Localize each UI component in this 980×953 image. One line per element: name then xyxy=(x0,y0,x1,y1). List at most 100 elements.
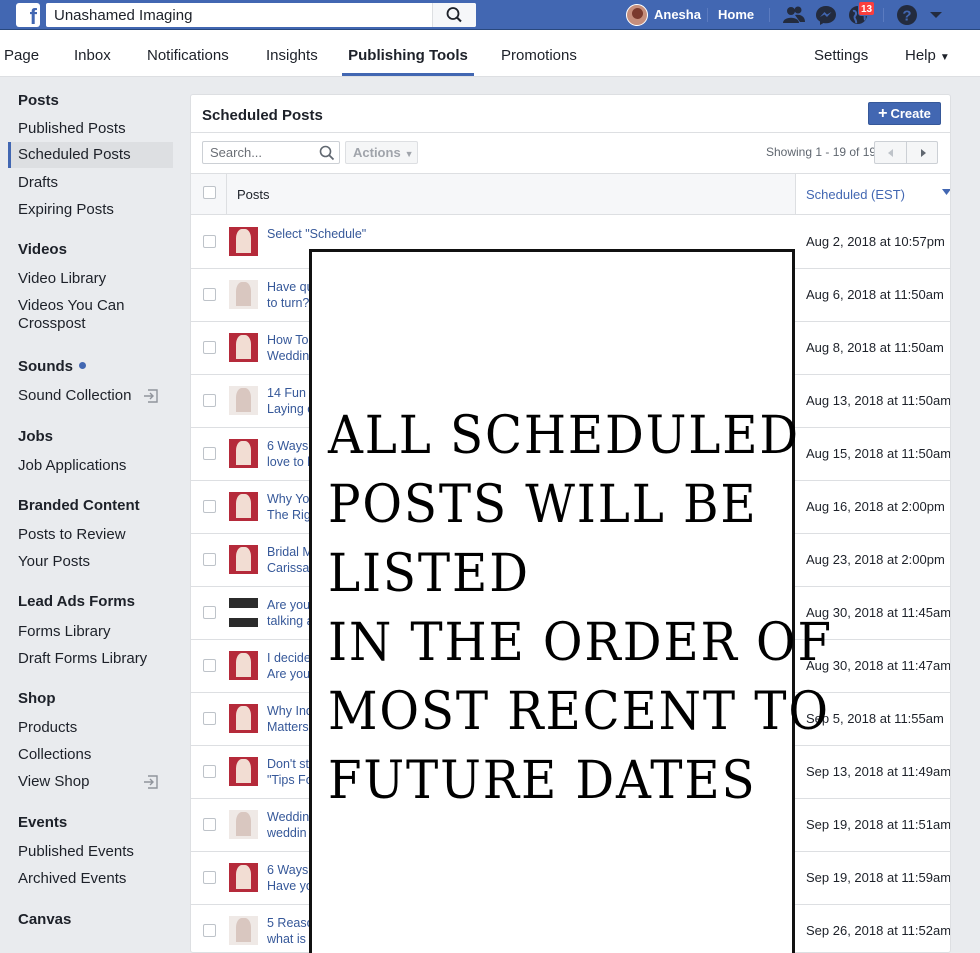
post-thumbnail[interactable] xyxy=(229,439,258,468)
scheduled-date: Aug 2, 2018 at 10:57pm xyxy=(806,234,945,249)
panel-divider xyxy=(191,132,950,133)
tab-help[interactable]: Help ▼ xyxy=(905,30,950,77)
create-button[interactable]: + Create xyxy=(868,102,941,125)
posts-search-placeholder: Search... xyxy=(210,145,263,160)
row-checkbox[interactable] xyxy=(203,235,216,248)
tab-promotions[interactable]: Promotions xyxy=(501,30,577,77)
post-thumbnail[interactable] xyxy=(229,598,258,627)
row-checkbox[interactable] xyxy=(203,871,216,884)
sidebar-heading-posts: Posts xyxy=(18,92,59,109)
sidebar: Posts Published Posts Scheduled Posts Dr… xyxy=(0,78,182,953)
sidebar-heading-lead-ads-forms: Lead Ads Forms xyxy=(18,593,135,610)
post-thumbnail[interactable] xyxy=(229,704,258,733)
global-search-input[interactable]: Unashamed Imaging xyxy=(46,3,476,27)
sidebar-heading-branded-content: Branded Content xyxy=(18,497,140,514)
row-checkbox[interactable] xyxy=(203,712,216,725)
sidebar-item-videos-crosspost[interactable]: Videos You Can Crosspost xyxy=(18,297,138,333)
tab-notifications[interactable]: Notifications xyxy=(147,30,229,77)
chevron-down-icon: ▼ xyxy=(404,149,414,159)
row-checkbox[interactable] xyxy=(203,447,216,460)
row-checkbox[interactable] xyxy=(203,924,216,937)
table-header-scheduled[interactable]: Scheduled (EST) xyxy=(795,173,950,215)
sidebar-item-job-applications[interactable]: Job Applications xyxy=(18,457,173,475)
sidebar-item-scheduled-posts[interactable]: Scheduled Posts xyxy=(8,142,173,168)
annotation-text: ALL SCHEDULED POSTS WILL BE LISTED IN TH… xyxy=(328,402,831,816)
post-thumbnail[interactable] xyxy=(229,227,258,256)
next-page-icon[interactable] xyxy=(918,148,928,158)
post-thumbnail[interactable] xyxy=(229,280,258,309)
row-checkbox[interactable] xyxy=(203,606,216,619)
post-thumbnail[interactable] xyxy=(229,386,258,415)
sort-descending-icon xyxy=(942,189,950,195)
actions-dropdown[interactable]: Actions ▼ xyxy=(345,141,418,164)
sidebar-heading-jobs: Jobs xyxy=(18,428,54,445)
tab-help-label: Help xyxy=(905,47,936,64)
sidebar-heading-events: Events xyxy=(18,814,68,831)
post-thumbnail[interactable] xyxy=(229,757,258,786)
posts-search-input[interactable]: Search... xyxy=(202,141,340,164)
user-avatar[interactable] xyxy=(626,4,648,26)
annotation-line: LISTED xyxy=(328,544,530,604)
row-checkbox[interactable] xyxy=(203,394,216,407)
post-thumbnail[interactable] xyxy=(229,651,258,680)
row-checkbox[interactable] xyxy=(203,553,216,566)
sidebar-item-forms-library[interactable]: Forms Library xyxy=(18,623,173,641)
messenger-icon[interactable] xyxy=(815,5,837,25)
global-search-button[interactable] xyxy=(432,3,476,27)
help-question-icon[interactable]: ? xyxy=(896,4,918,26)
facebook-logo-icon[interactable]: f xyxy=(16,3,40,27)
tab-page[interactable]: Page xyxy=(4,30,39,77)
sidebar-item-posts-to-review[interactable]: Posts to Review xyxy=(18,526,173,544)
scheduled-date: Aug 6, 2018 at 11:50am xyxy=(806,287,944,302)
row-checkbox[interactable] xyxy=(203,765,216,778)
friend-requests-icon[interactable] xyxy=(782,5,806,25)
sidebar-item-archived-events[interactable]: Archived Events xyxy=(18,870,173,888)
table-header-posts[interactable]: Posts xyxy=(226,173,795,215)
scheduled-date: Aug 23, 2018 at 2:00pm xyxy=(806,552,945,567)
topbar-divider xyxy=(883,8,884,22)
sidebar-item-your-posts[interactable]: Your Posts xyxy=(18,553,173,571)
select-all-checkbox[interactable] xyxy=(203,186,216,199)
tab-insights[interactable]: Insights xyxy=(266,30,318,77)
post-thumbnail[interactable] xyxy=(229,863,258,892)
post-text[interactable]: Select "Schedule" xyxy=(267,227,467,242)
previous-page-icon[interactable] xyxy=(886,148,896,158)
page-nav: Page Inbox Notifications Insights Publis… xyxy=(0,30,980,77)
sidebar-item-video-library[interactable]: Video Library xyxy=(18,270,173,288)
global-search-value: Unashamed Imaging xyxy=(54,7,193,24)
user-name-link[interactable]: Anesha xyxy=(654,0,701,30)
post-thumbnail[interactable] xyxy=(229,545,258,574)
scheduled-date: Sep 19, 2018 at 11:51am xyxy=(806,817,951,832)
table-header-select xyxy=(191,173,226,215)
tab-settings[interactable]: Settings xyxy=(814,30,868,77)
sidebar-item-expiring-posts[interactable]: Expiring Posts xyxy=(18,201,173,219)
sidebar-heading-videos: Videos xyxy=(18,241,67,258)
sidebar-item-published-posts[interactable]: Published Posts xyxy=(18,120,173,138)
search-icon xyxy=(446,7,462,23)
account-menu-caret-icon[interactable] xyxy=(929,10,943,20)
create-button-label: Create xyxy=(890,106,931,121)
sidebar-heading-shop: Shop xyxy=(18,690,56,707)
post-thumbnail[interactable] xyxy=(229,916,258,945)
row-checkbox[interactable] xyxy=(203,659,216,672)
annotation-line: FUTURE DATES xyxy=(328,751,757,811)
post-thumbnail[interactable] xyxy=(229,333,258,362)
sidebar-heading-sounds: Sounds xyxy=(18,358,86,375)
sidebar-item-collections[interactable]: Collections xyxy=(18,746,173,764)
row-checkbox[interactable] xyxy=(203,818,216,831)
sidebar-item-products[interactable]: Products xyxy=(18,719,173,737)
post-thumbnail[interactable] xyxy=(229,810,258,839)
post-thumbnail[interactable] xyxy=(229,492,258,521)
row-checkbox[interactable] xyxy=(203,288,216,301)
annotation-line: POSTS WILL BE xyxy=(328,475,758,535)
tab-publishing-tools[interactable]: Publishing Tools xyxy=(342,30,474,76)
tab-inbox[interactable]: Inbox xyxy=(74,30,111,77)
home-link[interactable]: Home xyxy=(718,0,754,30)
row-checkbox[interactable] xyxy=(203,341,216,354)
sidebar-item-draft-forms-library[interactable]: Draft Forms Library xyxy=(18,650,173,668)
sidebar-item-drafts[interactable]: Drafts xyxy=(18,174,173,192)
sidebar-heading-sounds-label: Sounds xyxy=(18,358,73,375)
sidebar-item-published-events[interactable]: Published Events xyxy=(18,843,173,861)
scheduled-date: Sep 19, 2018 at 11:59am xyxy=(806,870,951,885)
row-checkbox[interactable] xyxy=(203,500,216,513)
